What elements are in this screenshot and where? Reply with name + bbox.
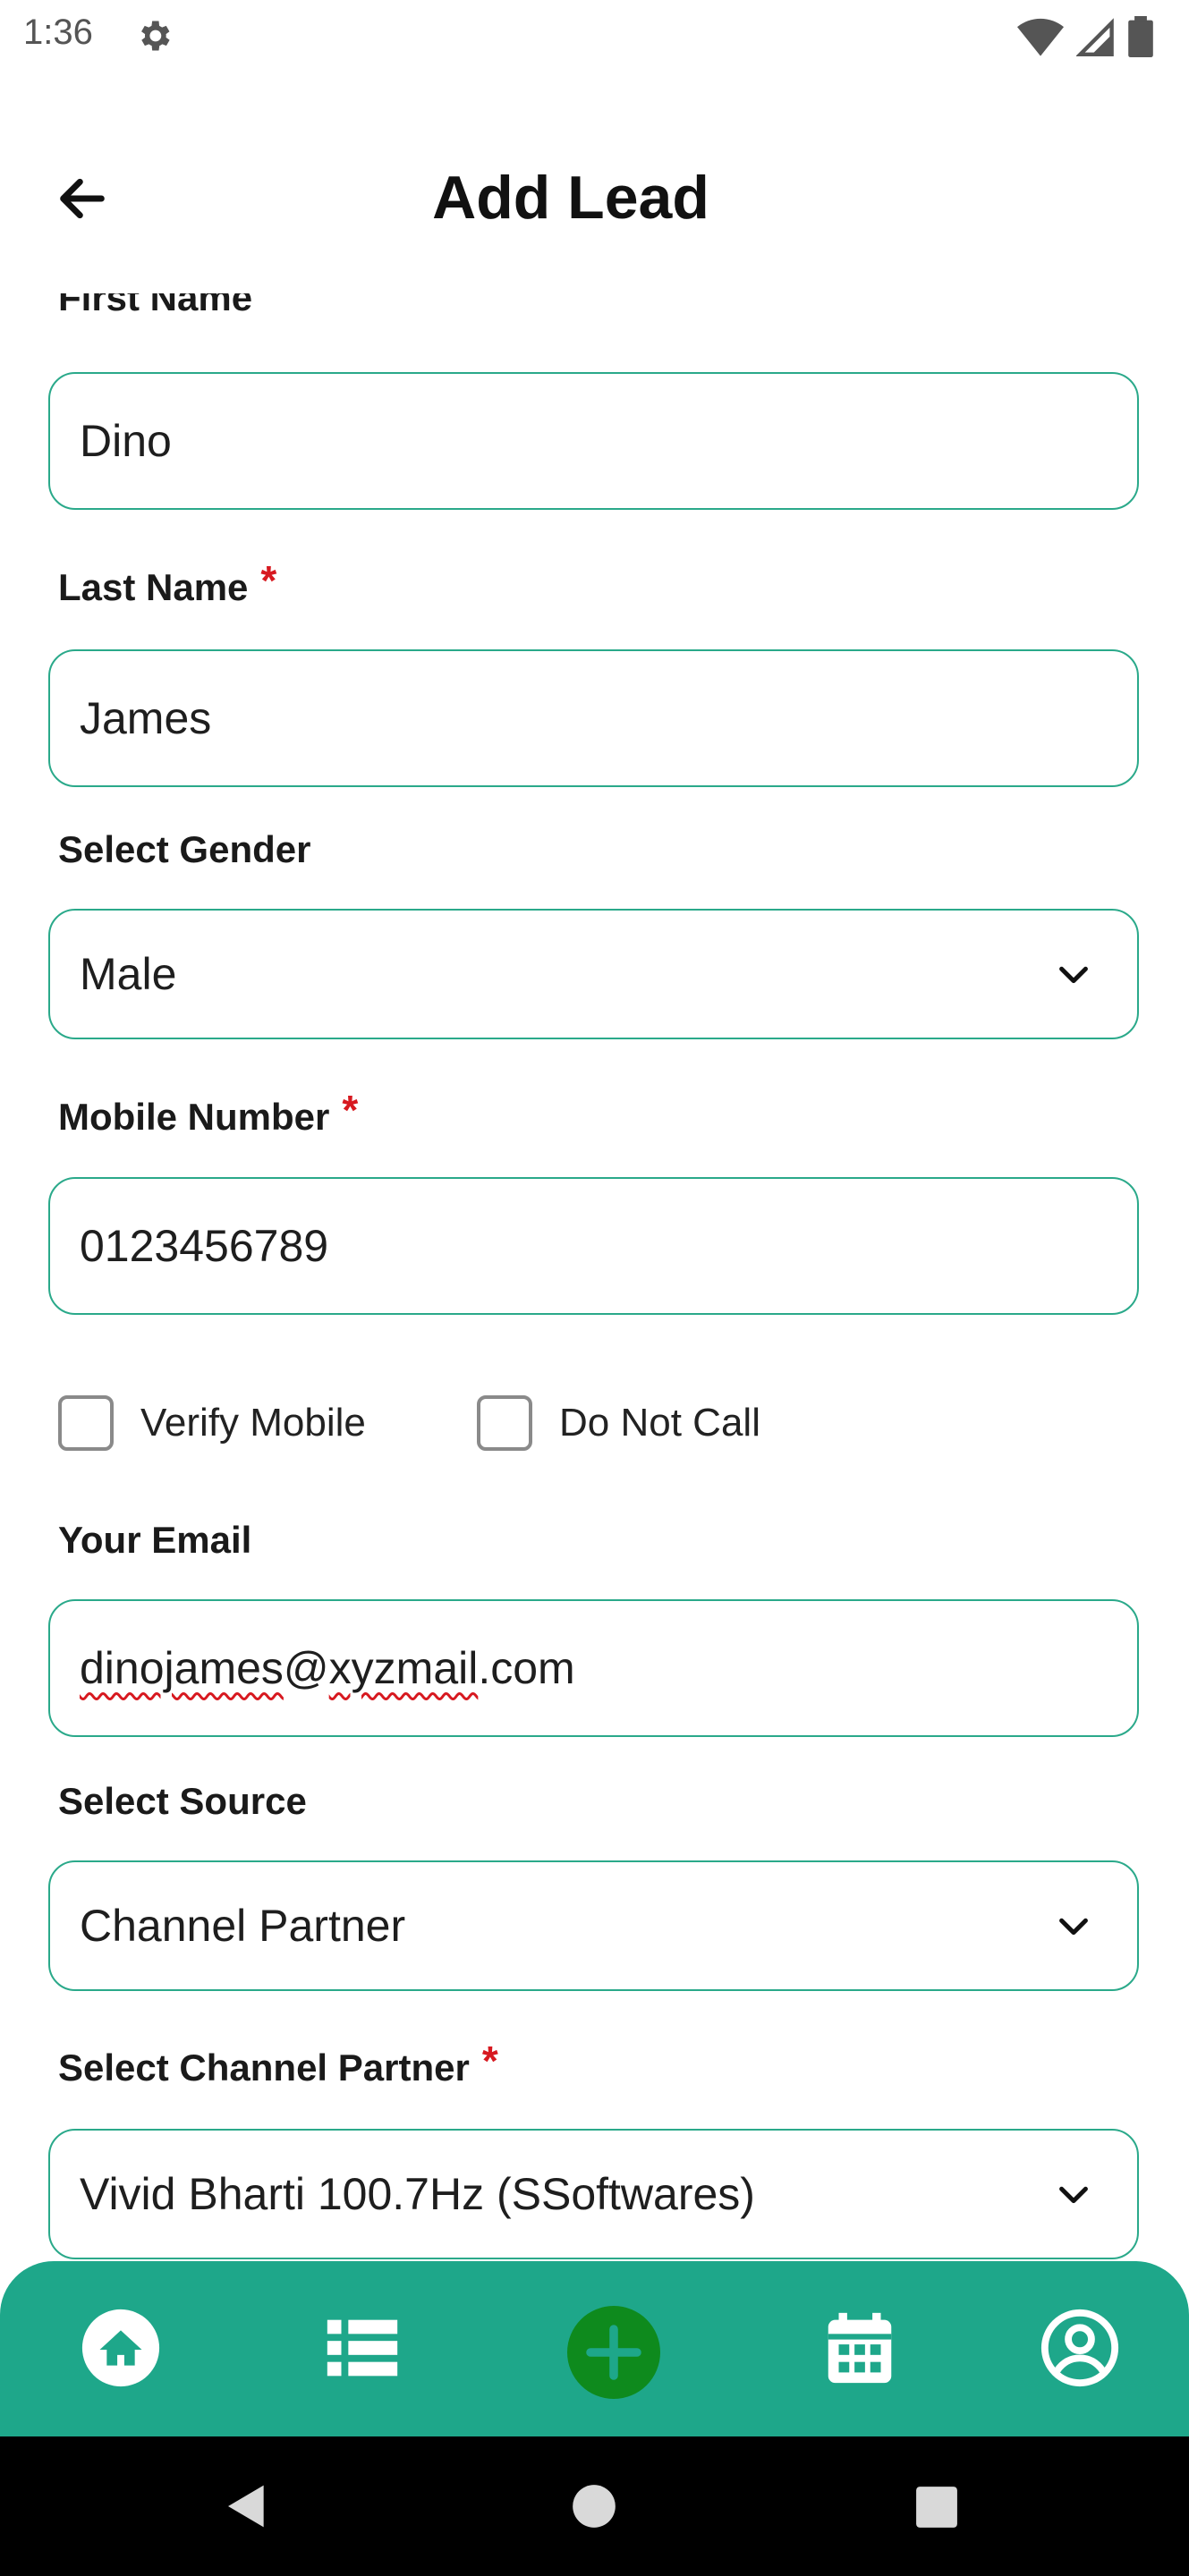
email-input[interactable]: dinojames@xyzmail.com xyxy=(48,1599,1139,1737)
first-name-input[interactable]: Dino xyxy=(48,372,1139,510)
battery-icon xyxy=(1128,16,1153,57)
source-label: Select Source xyxy=(58,1780,307,1822)
do-not-call-label: Do Not Call xyxy=(559,1401,760,1445)
chevron-down-icon xyxy=(1059,1918,1088,1936)
page-title: Add Lead xyxy=(432,164,709,232)
list-icon[interactable] xyxy=(320,2306,404,2390)
verify-mobile-option[interactable]: Verify Mobile xyxy=(58,1395,366,1451)
channel-partner-label: Select Channel Partner * xyxy=(58,2038,498,2089)
do-not-call-option[interactable]: Do Not Call xyxy=(477,1395,760,1451)
verify-mobile-checkbox[interactable] xyxy=(58,1395,114,1451)
mobile-label: Mobile Number * xyxy=(58,1087,359,1138)
gender-select[interactable]: Male xyxy=(48,909,1139,1039)
last-name-label: Last Name * xyxy=(58,557,277,608)
lead-form: First Name* Dino Last Name* James Select… xyxy=(0,293,1189,2261)
last-name-input[interactable]: James xyxy=(48,649,1139,787)
home-icon[interactable] xyxy=(79,2306,163,2390)
do-not-call-checkbox[interactable] xyxy=(477,1395,532,1451)
back-triangle-icon[interactable] xyxy=(222,2481,272,2531)
channel-partner-select[interactable]: Vivid Bharti 100.7Hz (SSoftwares) xyxy=(48,2129,1139,2259)
profile-icon[interactable] xyxy=(1038,2306,1122,2390)
calendar-icon[interactable] xyxy=(818,2306,902,2390)
wifi-icon xyxy=(1017,18,1064,56)
signal-icon xyxy=(1076,18,1114,56)
chevron-down-icon xyxy=(1059,2186,1088,2204)
chevron-down-icon xyxy=(1059,966,1088,984)
home-circle-icon[interactable] xyxy=(571,2483,617,2529)
email-value: dinojames@xyzmail.com xyxy=(80,1643,575,1693)
add-lead-button[interactable] xyxy=(567,2306,660,2399)
plus-icon xyxy=(586,2325,641,2380)
email-label: Your Email xyxy=(58,1519,252,1561)
first-name-label: First Name* xyxy=(58,293,281,318)
mobile-input[interactable]: 0123456789 xyxy=(48,1177,1139,1315)
settings-icon xyxy=(141,21,170,51)
recents-square-icon[interactable] xyxy=(914,2485,959,2529)
status-time: 1:36 xyxy=(23,13,93,52)
source-select[interactable]: Channel Partner xyxy=(48,1860,1139,1991)
verify-mobile-label: Verify Mobile xyxy=(140,1401,366,1445)
gender-label: Select Gender xyxy=(58,828,311,870)
